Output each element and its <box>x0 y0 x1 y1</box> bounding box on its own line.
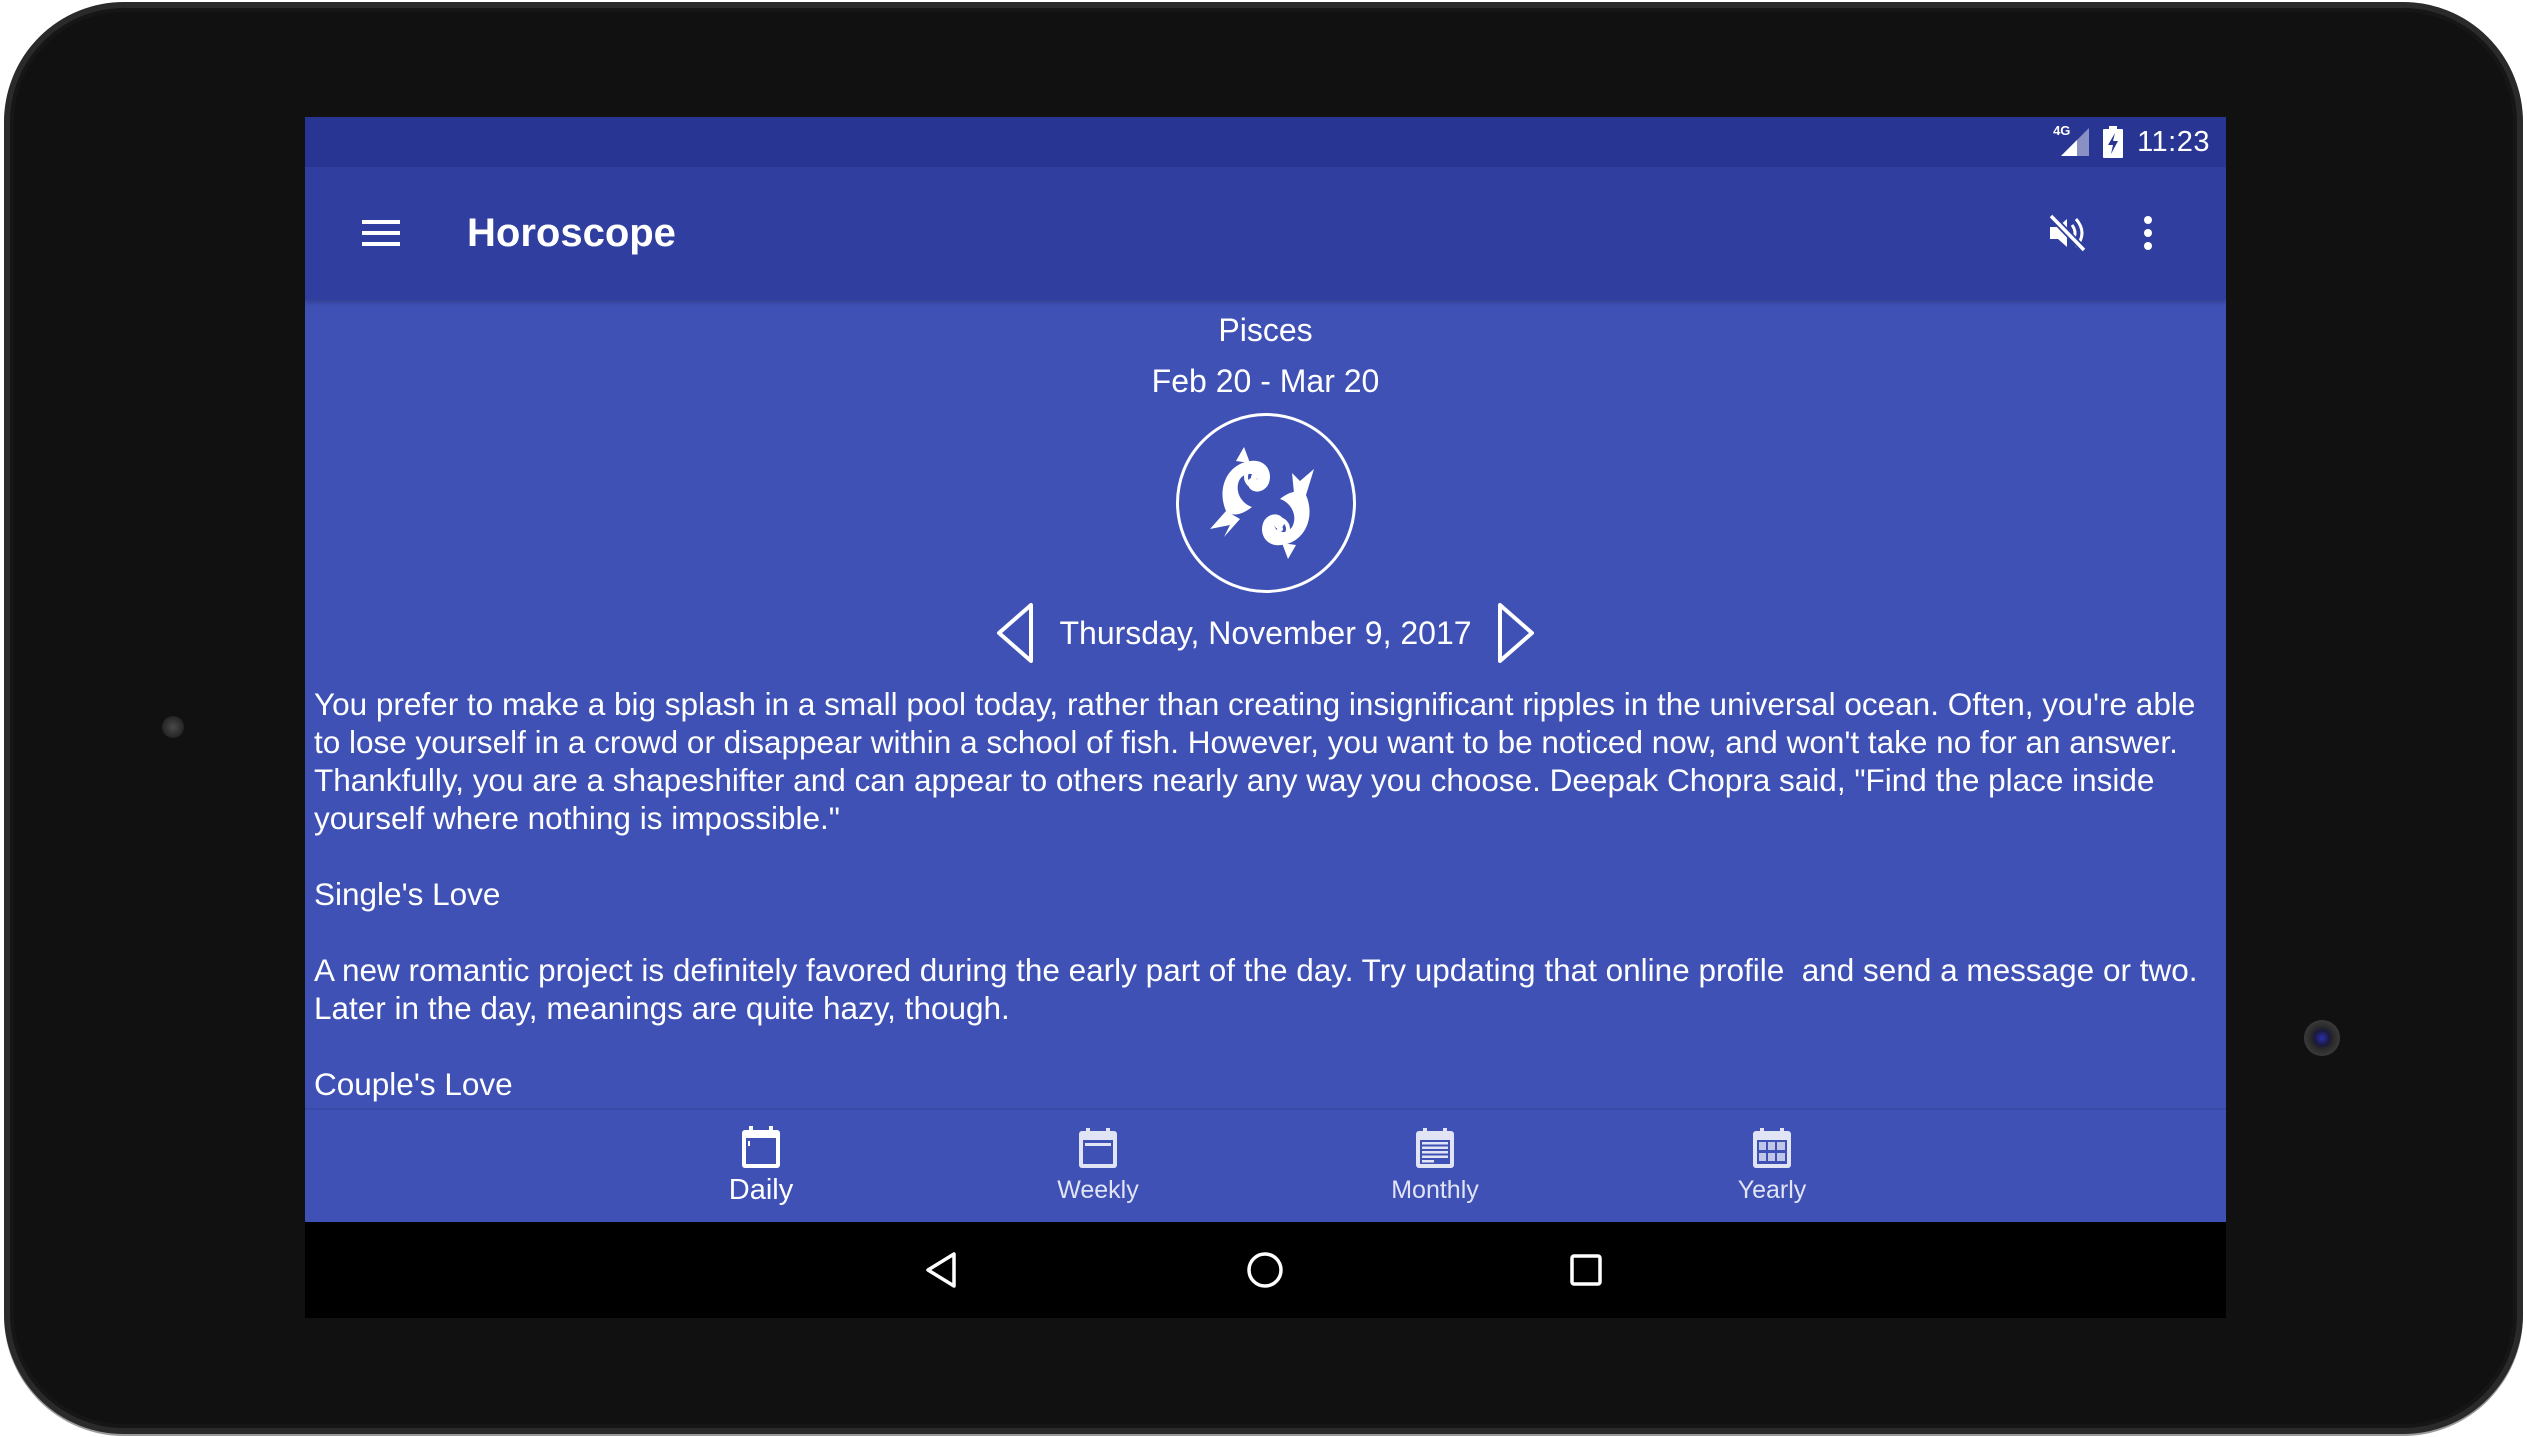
light-sensor <box>162 716 184 738</box>
back-triangle-icon <box>926 1252 956 1288</box>
back-button[interactable] <box>912 1240 972 1300</box>
section-heading-singles-love: Single's Love <box>314 876 501 912</box>
calendar-month-icon <box>1416 1128 1454 1168</box>
reading-paragraph: You prefer to make a big splash in a sma… <box>314 686 2205 836</box>
pisces-fish-icon <box>1210 447 1314 559</box>
system-navigation-bar <box>305 1222 2226 1318</box>
more-vert-icon <box>2144 216 2152 250</box>
tab-weekly[interactable]: Weekly <box>998 1110 1198 1222</box>
battery-charging-icon <box>2103 126 2124 158</box>
calendar-day-icon <box>742 1126 780 1168</box>
app-title: Horoscope <box>467 211 676 255</box>
tab-label: Weekly <box>1057 1176 1139 1204</box>
home-circle-icon <box>1247 1252 1283 1288</box>
previous-day-button[interactable] <box>993 600 1037 666</box>
triangle-left-icon <box>997 603 1034 663</box>
status-clock: 11:23 <box>2137 125 2210 158</box>
sign-dates: Feb 20 - Mar 20 <box>1151 363 1380 399</box>
date-navigator: Thursday, November 9, 2017 <box>305 598 2226 668</box>
tab-label: Daily <box>728 1174 794 1206</box>
triangle-right-icon <box>1497 603 1534 663</box>
reading-paragraph: A new romantic project is definitely fav… <box>314 952 2207 1026</box>
signal-4g-icon: 4G <box>2053 123 2090 158</box>
hamburger-menu-icon <box>362 220 400 246</box>
more-options-button[interactable] <box>2128 207 2168 259</box>
tab-label: Yearly <box>1737 1176 1807 1204</box>
tab-yearly[interactable]: Yearly <box>1672 1110 1872 1222</box>
sound-toggle-button[interactable] <box>2042 207 2094 259</box>
screen: 4G 11:23 Horoscope Pisces Feb 20 - Mar 2… <box>305 117 2226 1318</box>
sign-image <box>1176 413 1356 593</box>
horoscope-reading: You prefer to make a big splash in a sma… <box>314 685 2206 1108</box>
current-date: Thursday, November 9, 2017 <box>1059 615 1472 651</box>
navigation-drawer-button[interactable] <box>357 209 405 257</box>
app-bar: Horoscope <box>305 167 2226 300</box>
bottom-navigation: Daily Weekly Monthly Yearly <box>305 1110 2226 1222</box>
network-type: 4G <box>2053 123 2071 138</box>
volume-off-icon <box>2048 213 2087 253</box>
home-button[interactable] <box>1235 1240 1295 1300</box>
section-heading-couples-love: Couple's Love <box>314 1066 513 1102</box>
next-day-button[interactable] <box>1494 600 1538 666</box>
recents-square-icon <box>1570 1254 1602 1286</box>
calendar-year-icon <box>1753 1128 1791 1168</box>
sign-name: Pisces <box>1218 312 1313 348</box>
recents-button[interactable] <box>1556 1240 1616 1300</box>
front-camera <box>2304 1020 2340 1056</box>
status-bar: 4G 11:23 <box>305 117 2226 167</box>
tab-monthly[interactable]: Monthly <box>1335 1110 1535 1222</box>
calendar-week-icon <box>1079 1128 1117 1168</box>
horoscope-content[interactable]: Pisces Feb 20 - Mar 20 Thursday, Novembe… <box>305 300 2226 1108</box>
tab-daily[interactable]: Daily <box>661 1110 861 1222</box>
tab-label: Monthly <box>1391 1176 1479 1204</box>
